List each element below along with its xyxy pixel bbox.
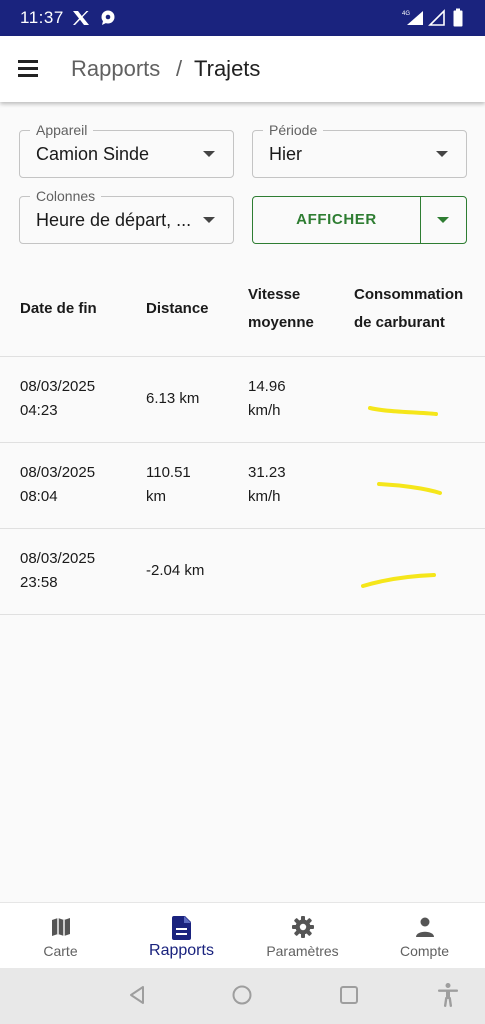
document-icon [171,916,191,940]
chat-bubble-icon [101,10,115,25]
row-date: 08/03/2025 [20,550,96,567]
row-distance: 6.13 km [146,390,200,407]
app-bar: Rapports / Trajets [0,36,485,102]
show-button[interactable]: AFFICHER [252,196,421,244]
row-speed: 14.96 [248,378,286,395]
device-select[interactable]: Appareil Camion Sinde [19,122,234,178]
accessibility-icon[interactable] [437,982,459,1008]
row-distance: 110.51 [146,464,191,481]
back-icon[interactable] [127,984,147,1006]
header-avg-speed: Vitesse [248,286,301,303]
battery-icon [453,8,463,27]
chevron-down-icon [203,217,215,223]
nav-carte[interactable]: Carte [0,903,121,969]
period-value: Hier [269,144,303,164]
columns-value: Heure de départ, ... [36,210,192,230]
period-label: Période [263,122,324,138]
row-distance-unit: km [146,488,166,505]
divider [0,614,485,615]
row-distance: -2.04 km [146,562,205,579]
row-speed-unit: km/h [248,402,281,419]
4g-signal-icon: 4G [402,11,423,25]
row-time: 23:58 [20,574,58,591]
page-title: Trajets [194,56,261,81]
row-speed: 31.23 [248,464,286,481]
x-logo-icon [73,11,89,25]
header-fuel-line2: de carburant [354,314,445,331]
system-navigation-bar [0,968,485,1024]
header-distance: Distance [146,300,209,317]
nav-rapports[interactable]: Rapports [121,903,242,969]
chevron-down-icon [436,151,448,157]
home-icon[interactable] [231,984,253,1006]
row-time: 04:23 [20,402,58,419]
nav-compte[interactable]: Compte [364,903,485,969]
person-icon [415,917,434,937]
recents-icon[interactable] [338,984,360,1006]
period-select[interactable]: Période Hier [252,122,467,178]
header-fuel: Consommation [354,286,464,303]
header-end-date: Date de fin [20,300,97,317]
highlight-scribble [361,573,436,588]
status-bar: 11:37 4G [0,0,485,36]
row-date: 08/03/2025 [20,378,96,395]
nav-label: Carte [43,943,78,959]
menu-icon[interactable] [16,58,40,78]
divider [0,528,485,529]
divider [0,356,485,357]
columns-label: Colonnes [30,188,102,204]
row-date: 08/03/2025 [20,464,96,481]
bottom-navigation: Carte Rapports Paramètres Compte [0,902,485,968]
nav-label: Rapports [149,942,214,959]
row-speed-unit: km/h [248,488,281,505]
row-time: 08:04 [20,488,58,505]
divider [0,442,485,443]
svg-text:4G: 4G [402,11,410,17]
gear-icon [291,916,314,938]
columns-select[interactable]: Colonnes Heure de départ, ... [19,188,234,244]
header-avg-speed-line2: moyenne [248,314,314,331]
device-label: Appareil [30,122,94,138]
nav-parametres[interactable]: Paramètres [242,903,363,969]
highlight-scribble [377,482,442,495]
device-value: Camion Sinde [36,144,150,164]
nav-label: Compte [399,943,450,959]
show-options-button[interactable] [420,196,467,244]
map-icon [51,918,70,936]
chevron-down-icon [203,151,215,157]
breadcrumb-rapports[interactable]: Rapports [71,56,160,82]
signal-icon [428,9,445,26]
nav-label: Paramètres [266,943,339,959]
breadcrumb-separator: / [176,56,183,81]
chevron-down-icon [437,217,449,223]
status-time: 11:37 [20,8,64,27]
highlight-scribble [368,406,438,416]
